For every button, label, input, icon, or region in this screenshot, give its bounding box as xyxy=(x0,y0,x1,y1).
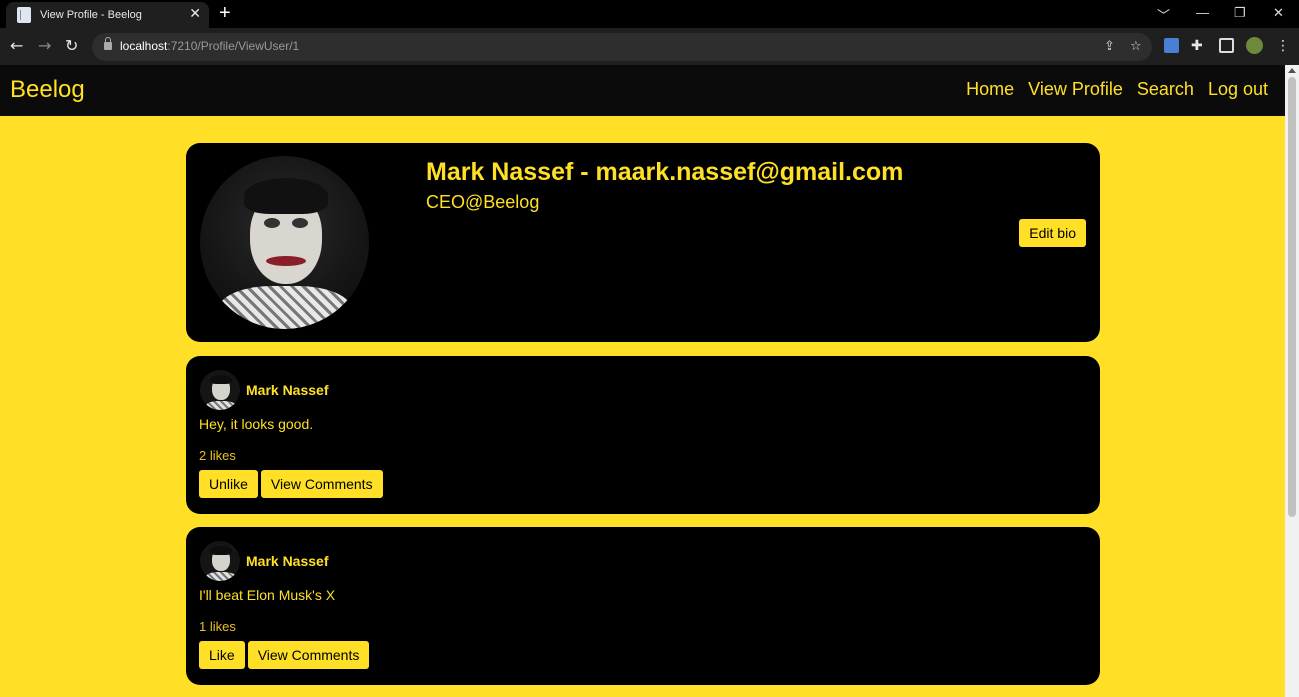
like-button[interactable]: Like xyxy=(199,641,245,669)
scroll-up-icon[interactable] xyxy=(1288,68,1296,73)
browser-tab-bar: View Profile - Beelog ✕ + ﹀ — ❐ ✕ xyxy=(0,0,1299,28)
profile-avatar-icon[interactable] xyxy=(1246,37,1263,54)
view-comments-button[interactable]: View Comments xyxy=(247,641,370,669)
back-icon[interactable]: ← xyxy=(10,37,23,55)
side-panel-icon[interactable] xyxy=(1219,38,1234,53)
tab-close-icon[interactable]: ✕ xyxy=(189,6,201,22)
post-author-avatar xyxy=(200,541,240,581)
post-card: Mark Nassef I'll beat Elon Musk's X 1 li… xyxy=(186,527,1100,685)
nav-home-link[interactable]: Home xyxy=(966,79,1014,100)
page-scrollbar[interactable] xyxy=(1285,65,1299,697)
nav-view-profile-link[interactable]: View Profile xyxy=(1028,79,1123,100)
profile-card: Mark Nassef - maark.nassef@gmail.com CEO… xyxy=(186,143,1100,342)
unlike-button[interactable]: Unlike xyxy=(199,470,258,498)
browser-tab[interactable]: View Profile - Beelog ✕ xyxy=(6,2,209,28)
post-text: I'll beat Elon Musk's X xyxy=(199,587,336,603)
edit-bio-button[interactable]: Edit bio xyxy=(1019,219,1086,247)
tab-search-icon[interactable]: ﹀ xyxy=(1157,5,1170,24)
scrollbar-thumb[interactable] xyxy=(1288,77,1296,517)
post-likes-count: 1 likes xyxy=(199,619,236,634)
brand-logo[interactable]: Beelog xyxy=(10,76,85,104)
post-actions: Unlike View Comments xyxy=(199,470,383,498)
profile-avatar xyxy=(200,156,369,329)
nav-links: Home View Profile Search Log out xyxy=(966,79,1268,100)
lock-icon[interactable] xyxy=(104,37,112,50)
restore-icon[interactable]: ❐ xyxy=(1234,5,1246,21)
extensions-puzzle-icon[interactable]: ✚ xyxy=(1191,37,1203,55)
nav-search-link[interactable]: Search xyxy=(1137,79,1194,100)
post-author-name[interactable]: Mark Nassef xyxy=(246,553,329,569)
post-likes-count: 2 likes xyxy=(199,448,236,463)
app-navbar: Beelog Home View Profile Search Log out xyxy=(0,65,1285,116)
page-favicon-icon xyxy=(17,7,31,23)
post-text: Hey, it looks good. xyxy=(199,416,314,432)
share-icon[interactable]: ⇪ xyxy=(1104,39,1115,54)
forward-icon[interactable]: → xyxy=(38,37,51,55)
profile-bio: CEO@Beelog xyxy=(426,192,540,212)
more-menu-icon[interactable]: ⋮ xyxy=(1276,37,1290,55)
post-author-name[interactable]: Mark Nassef xyxy=(246,382,329,398)
post-author-avatar xyxy=(200,370,240,410)
address-bar[interactable]: localhost:7210/Profile/ViewUser/1 ⇪ ☆ xyxy=(92,33,1152,61)
view-comments-button[interactable]: View Comments xyxy=(260,470,383,498)
new-tab-button[interactable]: + xyxy=(219,3,231,23)
profile-title: Mark Nassef - maark.nassef@gmail.com xyxy=(426,158,904,186)
close-window-icon[interactable]: ✕ xyxy=(1273,5,1284,21)
post-actions: Like View Comments xyxy=(199,641,370,669)
url-text[interactable]: localhost:7210/Profile/ViewUser/1 xyxy=(120,39,299,53)
minimize-icon[interactable]: — xyxy=(1196,5,1209,20)
browser-toolbar: ← → ↻ localhost:7210/Profile/ViewUser/1 … xyxy=(0,28,1299,65)
post-card: Mark Nassef Hey, it looks good. 2 likes … xyxy=(186,356,1100,514)
tab-title: View Profile - Beelog xyxy=(40,9,142,21)
translate-extension-icon[interactable] xyxy=(1164,38,1179,53)
bookmark-star-icon[interactable]: ☆ xyxy=(1130,39,1142,54)
reload-icon[interactable]: ↻ xyxy=(65,37,78,55)
nav-logout-link[interactable]: Log out xyxy=(1208,79,1268,100)
